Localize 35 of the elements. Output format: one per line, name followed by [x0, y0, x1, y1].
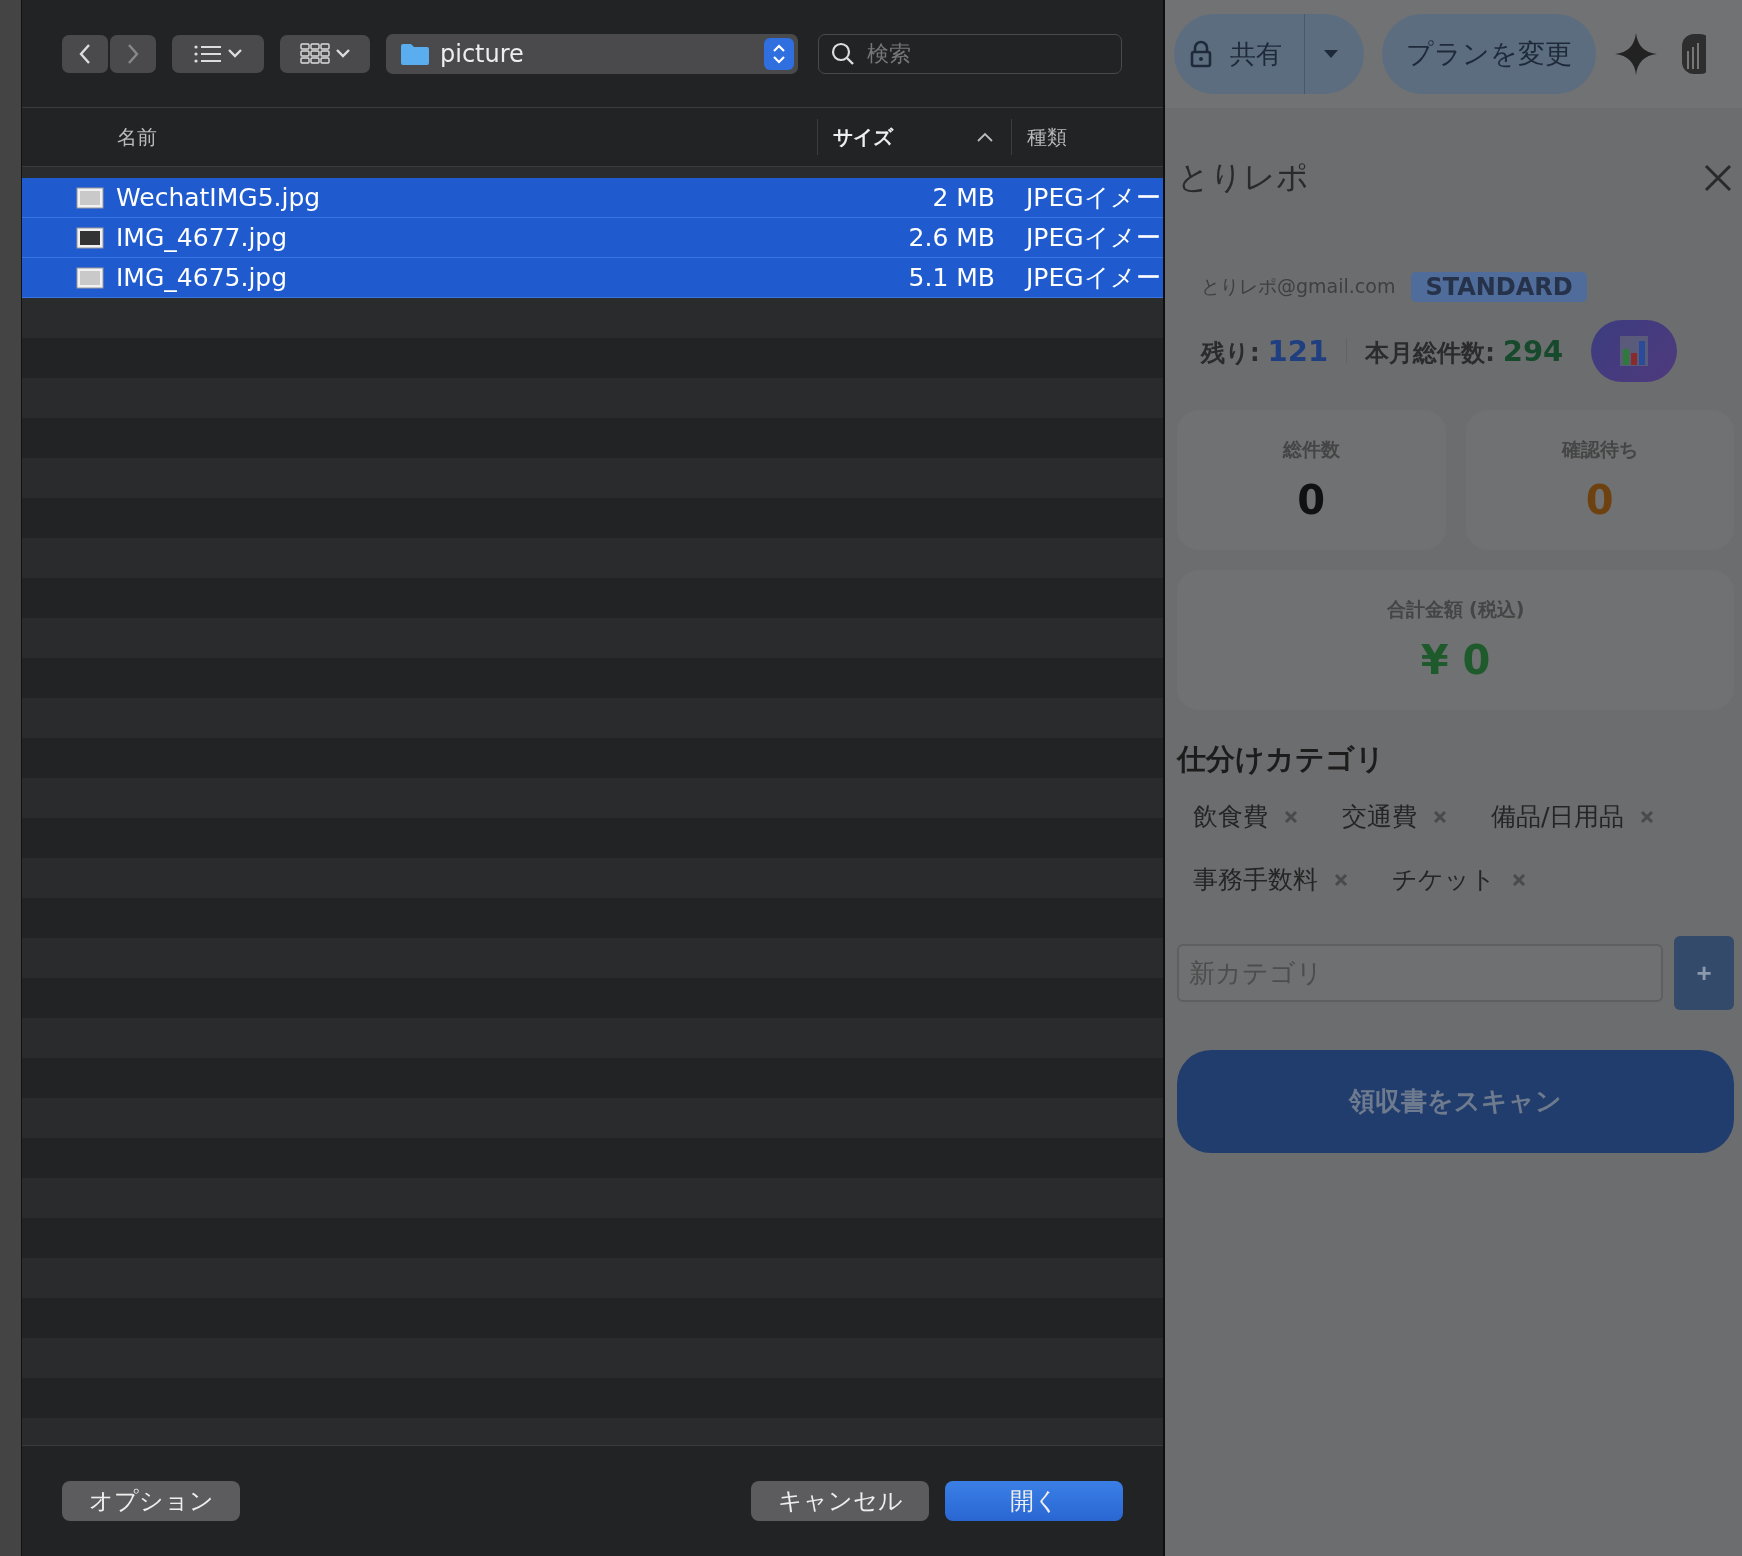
category-tag: チケット	[1392, 863, 1496, 896]
file-name: WechatIMG5.jpg	[116, 183, 321, 212]
file-size: 2 MB	[931, 183, 996, 212]
file-row[interactable]: WechatIMG5.jpg 2 MB JPEGイメー	[22, 178, 1163, 218]
file-name: IMG_4675.jpg	[116, 263, 288, 292]
file-type: JPEGイメー	[1023, 262, 1162, 294]
file-size: 2.6 MB	[907, 223, 996, 252]
file-name: IMG_4677.jpg	[116, 223, 288, 252]
stat-value: 0	[1585, 477, 1614, 523]
total-value: ¥ 0	[1420, 637, 1491, 683]
open-button[interactable]: 開く	[945, 1481, 1123, 1521]
app-title: とりレポ	[1177, 157, 1309, 198]
options-button[interactable]: オプション	[62, 1481, 240, 1521]
file-row[interactable]: IMG_4677.jpg 2.6 MB JPEGイメー	[22, 218, 1163, 258]
remaining-count: 残り: 121	[1201, 333, 1329, 369]
file-size: 5.1 MB	[907, 263, 996, 292]
folder-path-dropdown[interactable]: picture	[386, 33, 798, 74]
column-header[interactable]: 名前	[22, 119, 817, 155]
category-tag: 事務手数料	[1193, 863, 1318, 896]
search-input[interactable]: 検索	[865, 40, 1089, 67]
add-category-button[interactable]: +	[1674, 936, 1734, 1010]
category-tag: 交通費	[1342, 800, 1417, 833]
category-tag: 備品/日用品	[1491, 800, 1625, 833]
monthly-count: 本月総件数: 294	[1365, 333, 1564, 369]
section-heading: 仕分けカテゴリ	[1177, 741, 1386, 778]
category-tag: 飲食費	[1193, 800, 1268, 833]
file-type: JPEGイメー	[1023, 182, 1162, 214]
plan-badge: STANDARD	[1411, 272, 1587, 302]
cancel-button[interactable]: キャンセル	[751, 1481, 929, 1521]
search-field[interactable]: 検索	[818, 33, 1122, 74]
column-header[interactable]: 種類	[1011, 119, 1163, 155]
file-row[interactable]: IMG_4675.jpg 5.1 MB JPEGイメー	[22, 258, 1163, 298]
stat-value: 0	[1297, 477, 1326, 523]
file-type: JPEGイメー	[1023, 222, 1162, 254]
column-header[interactable]: サイズ	[817, 119, 1011, 155]
